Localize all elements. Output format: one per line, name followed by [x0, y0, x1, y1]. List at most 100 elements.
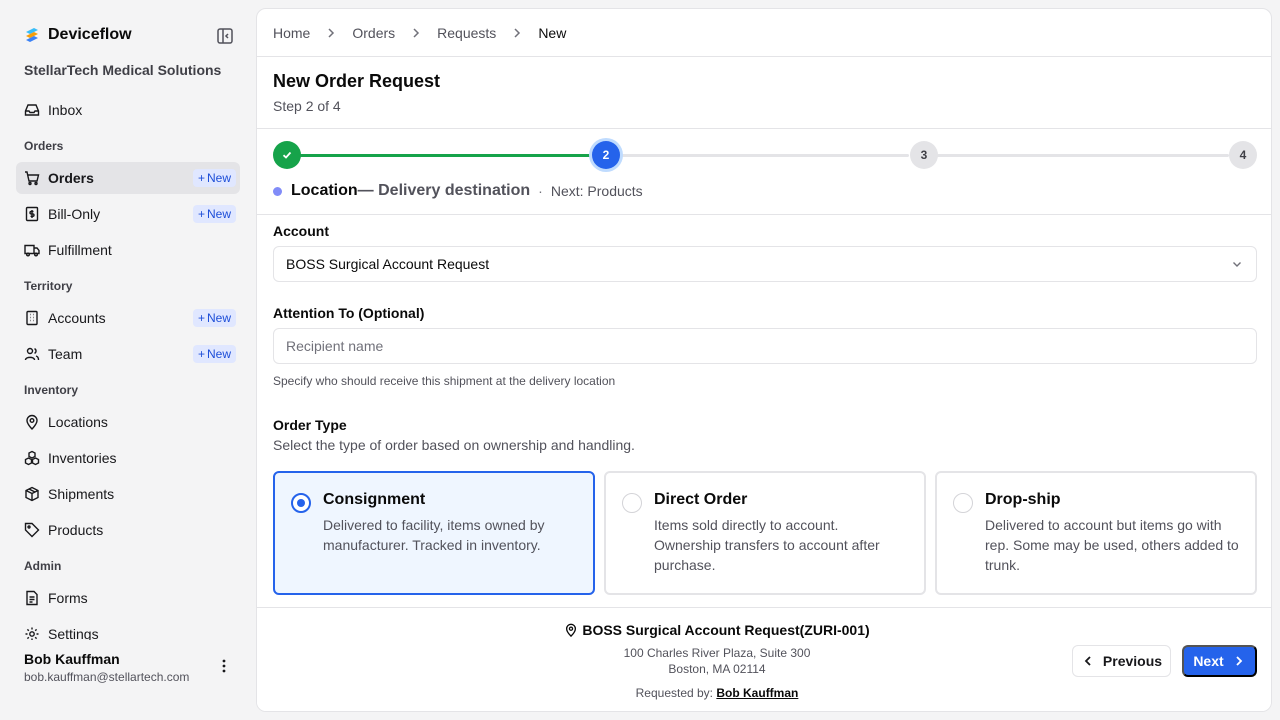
order-type-subtitle: Select the type of order based on owners…	[273, 437, 635, 453]
order-type-drop-ship[interactable]: Drop-ship Delivered to account but items…	[935, 471, 1257, 595]
breadcrumb: Home Orders Requests New	[273, 25, 566, 41]
new-team-member-button[interactable]: + New	[192, 345, 236, 363]
form-footer: BOSS Surgical Account Request(ZURI-001) …	[257, 607, 1271, 711]
map-pin-icon	[26, 414, 38, 430]
account-select[interactable]: BOSS Surgical Account Request	[273, 246, 1257, 282]
attention-label: Attention To (Optional)	[273, 305, 425, 321]
stepper: 2 3 4	[273, 140, 1257, 170]
address-line-2: Boston, MA 02114	[668, 662, 766, 676]
sidebar-item-orders[interactable]: Orders + New	[16, 162, 240, 194]
next-button[interactable]: Next	[1182, 645, 1257, 677]
new-bill-only-button[interactable]: + New	[192, 205, 236, 223]
sidebar-item-forms[interactable]: Forms	[16, 582, 240, 614]
step-track-1	[287, 154, 591, 157]
step-description: — Delivery destination	[357, 182, 531, 199]
sidebar-item-locations[interactable]: Locations	[16, 406, 240, 438]
radio-unselected[interactable]	[953, 493, 973, 513]
sidebar-item-accounts[interactable]: Accounts + New	[16, 302, 240, 334]
step-3[interactable]: 3	[910, 141, 938, 169]
user-email: bob.kauffman@stellartech.com	[24, 670, 190, 684]
sidebar-item-label: Products	[48, 522, 104, 538]
new-badge-label: New	[206, 171, 231, 185]
next-step-label: Next: Products	[550, 183, 643, 199]
requested-by-link[interactable]: Bob Kauffman	[716, 686, 798, 700]
sidebar-item-label: Locations	[48, 414, 108, 430]
order-type-consignment[interactable]: Consignment Delivered to facility, items…	[273, 471, 595, 595]
previous-button[interactable]: Previous	[1072, 645, 1171, 677]
sidebar-item-inventories[interactable]: Inventories	[16, 442, 240, 474]
chevron-right-icon	[328, 28, 335, 38]
order-type-direct-order[interactable]: Direct Order Items sold directly to acco…	[604, 471, 926, 595]
step-2-current[interactable]: 2	[592, 141, 620, 169]
cart-icon	[25, 171, 40, 186]
address-line-1: 100 Charles River Plaza, Suite 300	[623, 646, 811, 660]
order-type-description: Delivered to account but items go with r…	[985, 517, 1239, 573]
sidebar-item-label: Team	[48, 346, 83, 362]
current-step-info: Location — Delivery destination · Next: …	[273, 182, 643, 200]
inbox-icon	[24, 104, 40, 116]
user-name: Bob Kauffman	[24, 651, 120, 667]
sidebar-nav: Inbox Orders Orders + New Bill-Only + New …	[16, 94, 240, 654]
sidebar-item-shipments[interactable]: Shipments	[16, 478, 240, 510]
order-type-title: Direct Order	[654, 491, 748, 508]
sidebar-collapse-icon[interactable]	[216, 27, 234, 45]
attention-placeholder: Recipient name	[286, 338, 384, 354]
sidebar-item-label: Shipments	[48, 486, 115, 502]
order-type-description: Delivered to facility, items owned by ma…	[323, 517, 545, 553]
location-name-text: BOSS Surgical Account Request(ZURI-001)	[582, 622, 870, 638]
breadcrumb-home[interactable]: Home	[273, 25, 310, 41]
check-icon	[282, 151, 292, 159]
attention-hint: Specify who should receive this shipment…	[273, 374, 616, 388]
sidebar-item-label: Bill-Only	[48, 206, 101, 222]
attention-input[interactable]: Recipient name	[273, 328, 1257, 364]
nav-group-territory: Territory	[24, 279, 73, 293]
account-label: Account	[273, 223, 329, 239]
tag-icon	[24, 522, 40, 538]
sidebar-item-label: Inbox	[48, 102, 83, 118]
sidebar-item-fulfillment[interactable]: Fulfillment	[16, 234, 240, 266]
new-badge-label: New	[206, 311, 231, 325]
next-button-label: Next	[1193, 653, 1224, 669]
order-type-description: Items sold directly to account. Ownershi…	[654, 517, 880, 573]
sidebar: Deviceflow StellarTech Medical Solutions…	[0, 0, 256, 720]
step-4[interactable]: 4	[1229, 141, 1257, 169]
chevron-right-icon	[514, 28, 521, 38]
title-divider	[257, 128, 1271, 129]
requested-by: Requested by: Bob Kauffman	[507, 686, 927, 700]
new-order-button[interactable]: + New	[192, 169, 236, 187]
order-type-title: Consignment	[323, 491, 426, 508]
truck-icon	[24, 244, 40, 257]
page-subtitle: Step 2 of 4	[273, 98, 341, 114]
sidebar-item-label: Fulfillment	[48, 242, 112, 258]
order-type-options: Consignment Delivered to facility, items…	[273, 471, 1257, 595]
more-vertical-icon[interactable]	[216, 658, 232, 674]
previous-button-label: Previous	[1102, 653, 1163, 669]
user-profile[interactable]: Bob Kauffman bob.kauffman@stellartech.co…	[0, 640, 256, 720]
sidebar-item-team[interactable]: Team + New	[16, 338, 240, 370]
step-name: Location	[291, 182, 358, 199]
step-track-3	[923, 154, 1229, 157]
account-select-value: BOSS Surgical Account Request	[286, 256, 490, 272]
step-1-complete[interactable]	[273, 141, 301, 169]
breadcrumb-current: New	[538, 25, 567, 41]
organization-name[interactable]: StellarTech Medical Solutions	[24, 62, 221, 78]
sidebar-item-products[interactable]: Products	[16, 514, 240, 546]
page-title: New Order Request	[273, 71, 441, 91]
radio-unselected[interactable]	[622, 493, 642, 513]
users-icon	[24, 347, 40, 361]
sidebar-item-inbox[interactable]: Inbox	[16, 94, 240, 126]
main-panel: Home Orders Requests New New Order Reque…	[256, 8, 1272, 712]
brand[interactable]: Deviceflow	[24, 26, 132, 44]
breadcrumb-orders[interactable]: Orders	[352, 25, 395, 41]
sidebar-item-label: Forms	[48, 590, 88, 606]
order-type-title: Drop-ship	[985, 491, 1061, 508]
chevron-right-icon	[1236, 656, 1242, 666]
deviceflow-logo-icon	[26, 28, 38, 42]
breadcrumb-requests[interactable]: Requests	[437, 25, 496, 41]
new-account-button[interactable]: + New	[192, 309, 236, 327]
radio-selected[interactable]	[291, 493, 311, 513]
sidebar-item-bill-only[interactable]: Bill-Only + New	[16, 198, 240, 230]
boxes-icon	[24, 450, 40, 466]
delivery-address-summary: BOSS Surgical Account Request(ZURI-001) …	[507, 622, 927, 700]
receipt-icon	[25, 206, 39, 222]
